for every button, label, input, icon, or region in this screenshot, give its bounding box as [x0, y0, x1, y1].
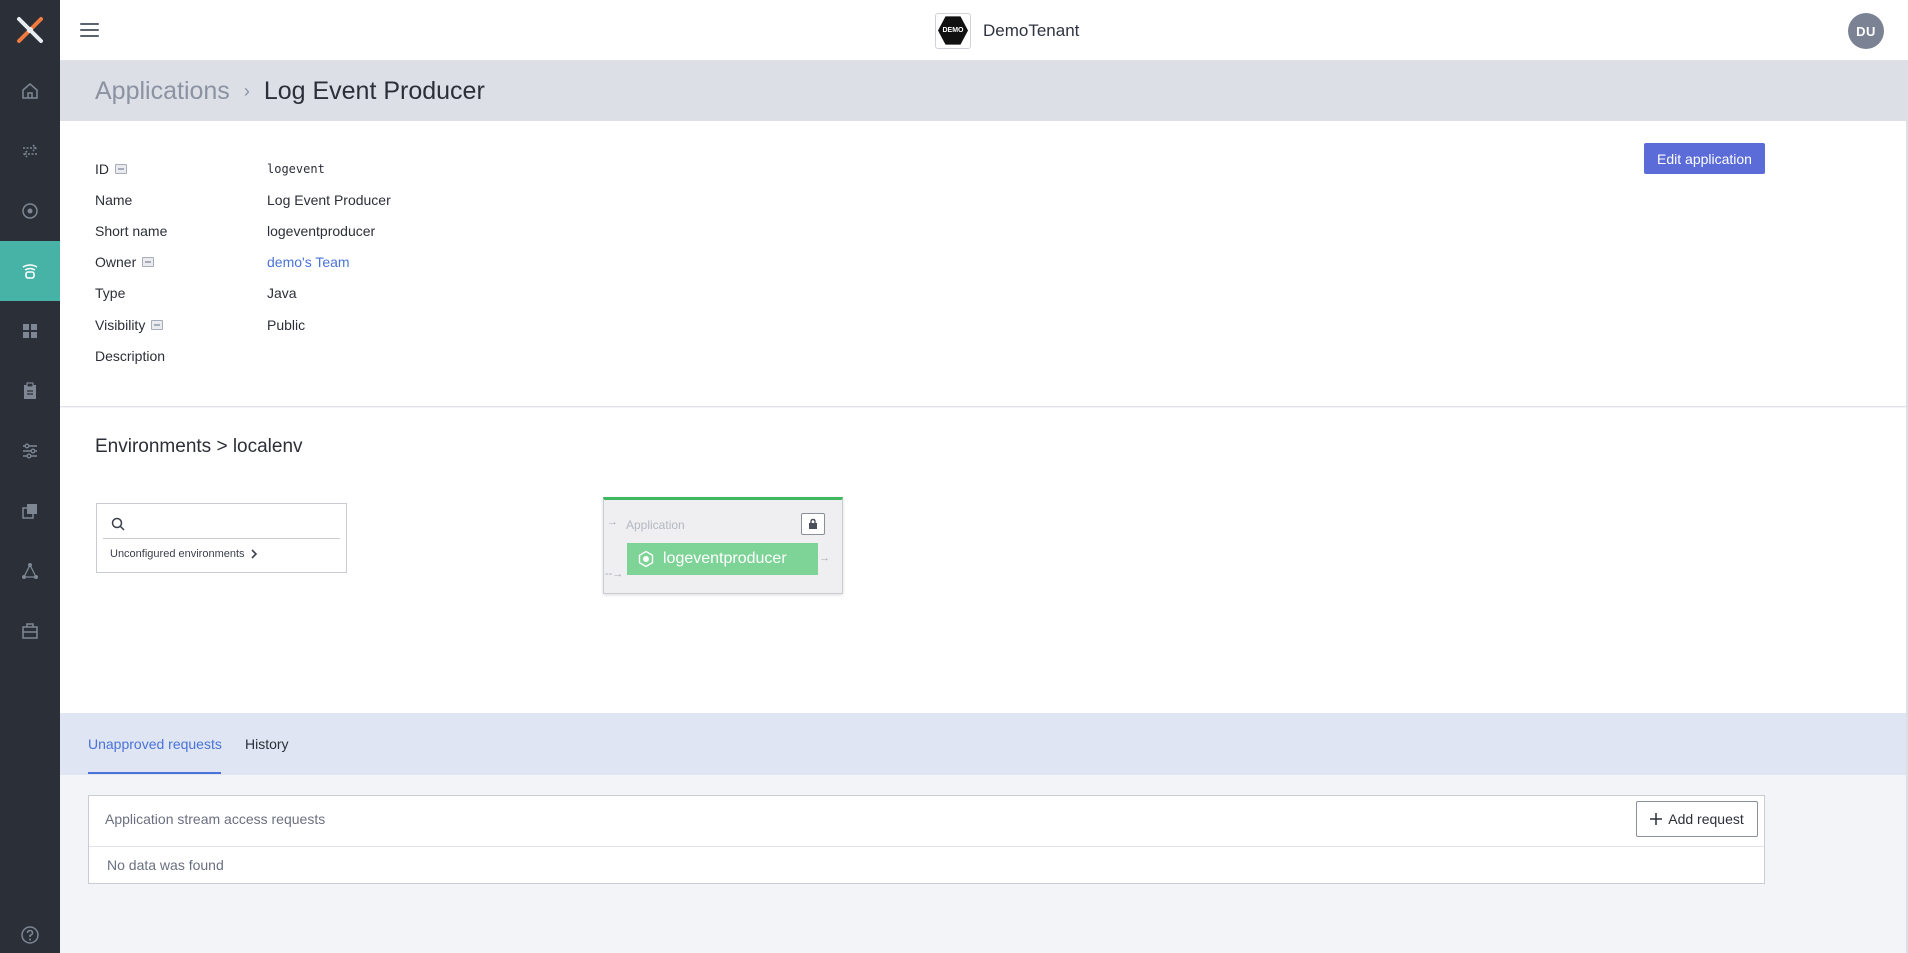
edit-application-button[interactable]: Edit application [1644, 143, 1765, 174]
detail-label: Visibility [95, 317, 146, 333]
nav-help[interactable] [0, 905, 60, 953]
top-bar: DEMO DemoTenant DU [60, 0, 1908, 61]
nav-topics[interactable] [0, 181, 60, 241]
detail-row-name: Name Log Event Producer [95, 190, 391, 210]
nav-clipboard[interactable] [0, 361, 60, 421]
applications-icon [22, 264, 38, 279]
add-request-button[interactable]: Add request [1636, 801, 1758, 837]
nav-dashboard[interactable] [0, 301, 60, 361]
detail-label: Short name [95, 223, 168, 239]
output-port-arrow-icon: --→ [605, 568, 624, 580]
application-node-name: logeventproducer [663, 550, 787, 567]
detail-value-type: Java [267, 285, 297, 301]
requests-tabs: Unapproved requests History [60, 713, 1906, 775]
side-navigation [0, 0, 60, 953]
briefcase-icon [22, 623, 38, 639]
environments-title: Environments > localenv [95, 436, 303, 457]
requests-panel-title: Application stream access requests [105, 811, 326, 827]
node-type-label: Application [626, 518, 685, 532]
tab-unapproved-requests[interactable]: Unapproved requests [88, 736, 222, 752]
detail-label: Name [95, 192, 133, 208]
add-request-label: Add request [1668, 811, 1744, 827]
tenant-logo-text: DEMO [938, 16, 968, 45]
chevron-right-icon [250, 549, 257, 559]
app-logo-icon [17, 17, 43, 43]
detail-row-type: Type Java [95, 283, 297, 303]
page-title: Log Event Producer [263, 76, 485, 105]
nav-streams[interactable] [0, 121, 60, 181]
application-details: ID logevent Name Log Event Producer Shor… [60, 121, 1906, 407]
nav-graph[interactable] [0, 541, 60, 601]
empty-state-text: No data was found [107, 857, 224, 873]
breadcrumb-applications-link[interactable]: Applications [95, 77, 230, 106]
nav-applications[interactable] [0, 241, 60, 301]
dashboard-icon [23, 324, 37, 338]
detail-row-owner: Owner demo's Team [95, 252, 350, 272]
detail-label: ID [95, 161, 109, 177]
detail-row-visibility: Visibility Public [95, 315, 305, 335]
application-node-icon [638, 550, 654, 568]
info-icon[interactable] [115, 164, 127, 174]
detail-value-name: Log Event Producer [267, 192, 391, 208]
nav-toolbox[interactable] [0, 601, 60, 661]
detail-label: Owner [95, 254, 137, 270]
lock-icon[interactable] [801, 513, 825, 535]
transfer-icon [22, 144, 38, 158]
detail-label: Type [95, 285, 126, 301]
copy-icon [22, 504, 37, 519]
tenant-logo: DEMO [935, 12, 971, 49]
output-arrow-icon: → [819, 552, 830, 564]
application-node[interactable]: → --→ Application logeventproducer → [603, 497, 843, 594]
detail-row-description: Description [95, 346, 267, 366]
detail-label: Description [95, 348, 166, 364]
tenant-selector[interactable]: DEMO DemoTenant [935, 12, 1079, 49]
nav-resources[interactable] [0, 481, 60, 541]
divider [89, 846, 1764, 847]
info-icon[interactable] [142, 257, 155, 267]
user-avatar[interactable]: DU [1848, 13, 1884, 49]
detail-value-visibility: Public [267, 317, 306, 333]
graph-icon [22, 563, 38, 579]
detail-value-id: logevent [267, 162, 325, 176]
sliders-icon [23, 443, 37, 459]
unconfigured-environments-toggle[interactable]: Unconfigured environments [110, 548, 258, 560]
active-tab-indicator [88, 772, 221, 774]
input-port-arrow-icon: → [607, 516, 618, 528]
breadcrumb: Applications › Log Event Producer [60, 61, 1906, 121]
environment-picker: Unconfigured environments [96, 503, 347, 573]
clipboard-icon [24, 382, 36, 399]
help-icon [21, 926, 39, 944]
target-icon [22, 203, 38, 219]
nav-home[interactable] [0, 61, 60, 121]
plus-icon [1650, 813, 1663, 825]
detail-value-short-name: logeventproducer [267, 223, 376, 239]
app-logo[interactable] [0, 0, 60, 60]
detail-row-id: ID logevent [95, 159, 325, 179]
application-node-chip[interactable]: logeventproducer [627, 543, 818, 575]
chevron-right-icon: › [243, 80, 250, 101]
nav-settings[interactable] [0, 421, 60, 481]
unconfigured-environments-label: Unconfigured environments [110, 548, 245, 560]
tab-history[interactable]: History [245, 736, 289, 752]
stream-access-requests-panel: Application stream access requests Add r… [88, 795, 1765, 884]
info-icon[interactable] [151, 320, 164, 330]
owner-link[interactable]: demo's Team [267, 254, 350, 270]
environment-search-input[interactable] [103, 509, 340, 539]
tenant-name: DemoTenant [983, 20, 1080, 40]
home-icon [22, 83, 38, 99]
detail-row-short-name: Short name logeventproducer [95, 221, 375, 241]
menu-icon[interactable] [80, 18, 104, 42]
environments-section: Environments > localenv Unconfigured env… [60, 408, 1906, 713]
